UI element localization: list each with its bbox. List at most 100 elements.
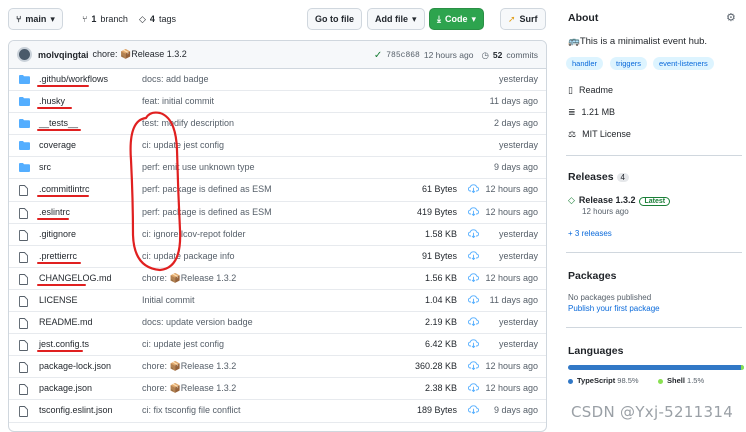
cloud-download-icon[interactable]	[468, 206, 479, 218]
table-row[interactable]: coverage ci: update jest config yesterday	[9, 135, 546, 158]
file-icon	[19, 207, 28, 221]
tag-icon: ◇	[568, 195, 575, 205]
folder-icon	[19, 75, 30, 86]
commit-message[interactable]: chore: 📦Release 1.3.2	[93, 49, 187, 60]
table-row[interactable]: .gitignore ci: ignore lcov-repot folder 1.…	[9, 224, 546, 246]
table-row[interactable]: src perf: emit use unknown type 9 days ago	[9, 157, 546, 180]
commit-message-link[interactable]: docs: add badge	[142, 74, 209, 84]
file-name-link[interactable]: CHANGELOG.md	[39, 273, 112, 283]
commit-message-link[interactable]: feat: initial commit	[142, 96, 214, 106]
file-name-link[interactable]: coverage	[39, 140, 76, 150]
branch-name: main	[25, 14, 47, 24]
cloud-download-icon[interactable]	[468, 273, 479, 284]
cloud-download-icon[interactable]	[468, 184, 479, 195]
file-size: 2.19 KB	[424, 317, 457, 328]
file-name-link[interactable]: package.json	[39, 383, 92, 393]
repo-description: 🚌This is a minimalist event hub.	[568, 36, 708, 47]
file-name-link[interactable]: .prettierrc	[39, 251, 77, 261]
go-to-file-button[interactable]: Go to file	[307, 8, 362, 30]
file-name-link[interactable]: package-lock.json	[39, 361, 111, 371]
commit-count-label[interactable]: commits	[506, 50, 538, 60]
cloud-download-icon[interactable]	[468, 361, 479, 372]
surf-button[interactable]: ➚ Surf	[500, 8, 546, 30]
commit-message-link[interactable]: ci: ignore lcov-repot folder	[142, 229, 246, 239]
branches-link[interactable]: ⑂ 1 branch	[82, 8, 128, 30]
topic-triggers[interactable]: triggers	[610, 57, 648, 70]
commit-message-link[interactable]: ci: update package info	[142, 251, 235, 261]
commit-time: yesterday	[498, 339, 538, 350]
commit-message-link[interactable]: perf: package is defined as ESM	[142, 207, 272, 217]
commit-message-link[interactable]: Initial commit	[142, 295, 195, 305]
packages-title[interactable]: Packages	[568, 270, 616, 282]
file-name-link[interactable]: README.md	[39, 317, 93, 327]
commit-sha[interactable]: 785c868	[386, 51, 420, 60]
file-name-link[interactable]: __tests__	[39, 118, 78, 128]
table-row[interactable]: .commitlintrc perf: package is defined as…	[9, 179, 546, 202]
topic-event-listeners[interactable]: event-listeners	[653, 57, 714, 70]
file-name-link[interactable]: tsconfig.eslint.json	[39, 405, 113, 415]
cloud-download-icon[interactable]	[468, 317, 479, 328]
cloud-download-icon[interactable]	[468, 339, 479, 350]
table-row[interactable]: .prettierrc ci: update package info 91 Byt…	[9, 246, 546, 268]
table-row[interactable]: .eslintrc perf: package is defined as ESM…	[9, 202, 546, 224]
commit-message-link[interactable]: test: modify description	[142, 118, 234, 128]
table-row[interactable]: README.md docs: update version badge 2.19 …	[9, 312, 546, 335]
file-name-link[interactable]: .commitlintrc	[39, 184, 90, 194]
commit-message-link[interactable]: perf: emit use unknown type	[142, 162, 255, 172]
cloud-download-icon[interactable]	[468, 295, 479, 306]
cloud-download-icon[interactable]	[468, 251, 479, 262]
commit-message-link[interactable]: docs: update version badge	[142, 317, 253, 327]
table-row[interactable]: package.json chore: 📦Release 1.3.2 2.38 KB…	[9, 378, 546, 401]
more-releases-link[interactable]: + 3 releases	[568, 229, 612, 238]
commit-time: 12 hours ago	[485, 272, 538, 283]
commit-message-link[interactable]: ci: update jest config	[142, 140, 224, 150]
gear-icon[interactable]: ⚙	[726, 11, 736, 24]
file-name-link[interactable]: LICENSE	[39, 295, 78, 305]
cloud-download-icon[interactable]	[468, 383, 479, 394]
file-name-link[interactable]: .eslintrc	[39, 207, 70, 217]
cloud-download-icon[interactable]	[468, 229, 479, 240]
table-row[interactable]: .github/workflows docs: add badge yesterda…	[9, 69, 546, 92]
commit-message-link[interactable]: chore: 📦Release 1.3.2	[142, 361, 236, 372]
file-name-link[interactable]: .github/workflows	[39, 74, 108, 84]
table-row[interactable]: jest.config.ts ci: update jest config 6.42…	[9, 334, 546, 357]
file-name-link[interactable]: .gitignore	[39, 229, 76, 239]
commit-time: 2 days ago	[493, 118, 538, 129]
table-row[interactable]: package-lock.json chore: 📦Release 1.3.2 36…	[9, 356, 546, 379]
language-typescript[interactable]: TypeScript 98.5%	[568, 376, 639, 385]
branch-select-button[interactable]: ⑂ main ▾	[8, 8, 63, 30]
tags-link[interactable]: ◇ 4 tags	[139, 8, 176, 30]
table-row[interactable]: __tests__ test: modify description 2 days …	[9, 113, 546, 136]
readme-link[interactable]: ▯ Readme	[568, 85, 613, 96]
add-file-button[interactable]: Add file ▾	[367, 8, 425, 30]
code-button[interactable]: ⤓ Code ▾	[429, 8, 485, 30]
table-row[interactable]: tsconfig.eslint.json ci: fix tsconfig fil…	[9, 400, 546, 423]
commit-author[interactable]: molvqingtai	[38, 50, 89, 60]
commit-message-link[interactable]: ci: fix tsconfig file conflict	[142, 405, 241, 415]
topic-handler[interactable]: handler	[566, 57, 604, 70]
table-row[interactable]: .husky feat: initial commit 11 days ago	[9, 91, 546, 114]
commit-message-link[interactable]: chore: 📦Release 1.3.2	[142, 273, 236, 284]
commit-count[interactable]: 52	[493, 50, 502, 60]
file-size: 61 Bytes	[421, 184, 457, 195]
table-row[interactable]: CHANGELOG.md chore: 📦Release 1.3.2 1.56 KB…	[9, 268, 546, 290]
shell-percent: 1.5%	[687, 376, 705, 385]
commit-message-link[interactable]: perf: package is defined as ESM	[142, 184, 272, 194]
language-shell[interactable]: Shell 1.5%	[658, 376, 704, 385]
file-name-link[interactable]: src	[39, 162, 51, 172]
file-name-link[interactable]: jest.config.ts	[39, 339, 89, 349]
commit-message-link[interactable]: ci: update jest config	[142, 339, 224, 349]
table-row[interactable]: LICENSE Initial commit 1.04 KB 11 days ago	[9, 290, 546, 313]
publish-package-link[interactable]: Publish your first package	[568, 304, 660, 313]
release-name: Release 1.3.2	[578, 195, 636, 205]
release-item[interactable]: ◇ Release 1.3.2 Latest	[568, 195, 671, 206]
cloud-download-icon[interactable]	[468, 405, 479, 416]
annotation-underline	[37, 85, 89, 87]
license-link[interactable]: ⚖ MIT License	[568, 129, 631, 140]
releases-title[interactable]: Releases 4	[568, 171, 629, 183]
divider	[566, 252, 742, 253]
file-size: 1.04 KB	[424, 294, 457, 305]
avatar[interactable]	[17, 47, 32, 62]
commit-message-link[interactable]: chore: 📦Release 1.3.2	[142, 383, 236, 394]
file-name-link[interactable]: .husky	[39, 96, 65, 106]
